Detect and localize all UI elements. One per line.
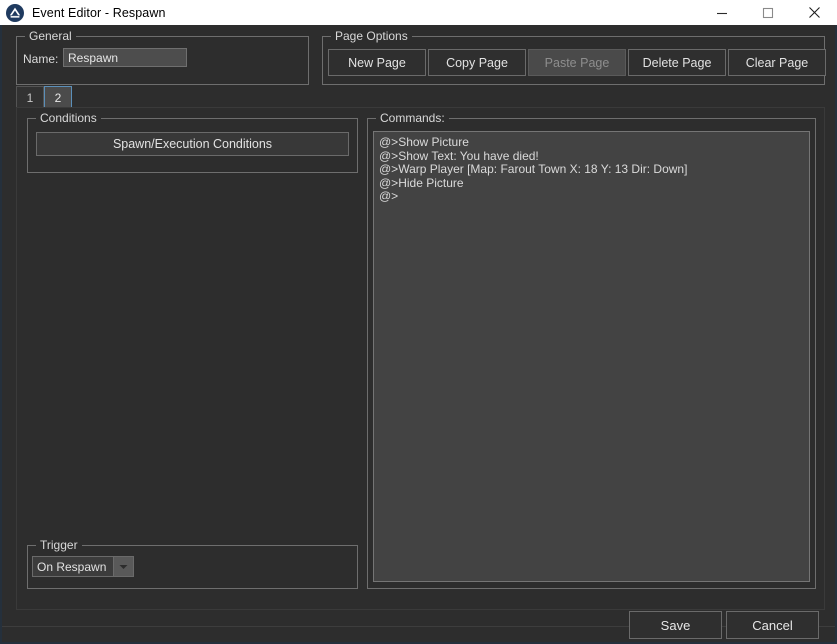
chevron-down-icon (113, 556, 134, 577)
delete-page-button[interactable]: Delete Page (628, 49, 726, 76)
page-tabs: 1 2 (16, 85, 72, 108)
minimize-icon (717, 12, 727, 14)
conditions-group-label: Conditions (36, 111, 101, 125)
conditions-group: Conditions Spawn/Execution Conditions (27, 111, 358, 173)
maximize-icon (762, 7, 774, 18)
maximize-button[interactable] (745, 0, 791, 25)
trigger-dropdown[interactable]: On Respawn (32, 556, 134, 577)
window-body: General Name: Page Options New Page Copy… (0, 25, 837, 644)
paste-page-button: Paste Page (528, 49, 626, 76)
minimize-button[interactable] (699, 0, 745, 25)
title-bar: Event Editor - Respawn (0, 0, 837, 25)
command-line[interactable]: @>Show Picture (379, 135, 804, 150)
trigger-selected-value: On Respawn (32, 556, 113, 577)
app-logo-icon (6, 3, 24, 22)
spawn-execution-conditions-button[interactable]: Spawn/Execution Conditions (36, 132, 349, 156)
commands-list[interactable]: @>Show Picture @>Show Text: You have die… (373, 131, 810, 582)
page-options-buttons: New Page Copy Page Paste Page Delete Pag… (328, 49, 826, 76)
name-label: Name: (23, 52, 59, 66)
command-line[interactable]: @>Warp Player [Map: Farout Town X: 18 Y:… (379, 162, 804, 177)
trigger-group-label: Trigger (36, 538, 82, 552)
general-group: General Name: (16, 29, 309, 85)
tab-page-panel: Conditions Spawn/Execution Conditions Tr… (16, 107, 825, 610)
window-controls (699, 0, 837, 25)
save-button[interactable]: Save (629, 611, 722, 639)
dialog-buttons: Save Cancel (629, 611, 819, 639)
tab-page-2[interactable]: 2 (44, 86, 72, 108)
name-input[interactable] (63, 48, 187, 67)
window-title: Event Editor - Respawn (32, 5, 166, 20)
general-group-label: General (25, 29, 76, 43)
cancel-button[interactable]: Cancel (726, 611, 819, 639)
event-editor-window: Event Editor - Respawn General Name: Res… (0, 0, 837, 644)
command-line[interactable]: @> (379, 189, 804, 204)
trigger-group: Trigger On Respawn (27, 538, 358, 589)
close-button[interactable] (791, 0, 837, 25)
close-icon (808, 7, 820, 18)
page-options-group-label: Page Options (331, 29, 412, 43)
commands-group-label: Commands: (376, 111, 449, 125)
page-options-group: Page Options New Page Copy Page Paste Pa… (322, 29, 826, 85)
tab-page-1[interactable]: 1 (16, 86, 44, 108)
copy-page-button[interactable]: Copy Page (428, 49, 526, 76)
clear-page-button[interactable]: Clear Page (728, 49, 826, 76)
commands-group: Commands: @>Show Picture @>Show Text: Yo… (367, 111, 816, 589)
new-page-button[interactable]: New Page (328, 49, 426, 76)
command-line[interactable]: @>Show Text: You have died! (379, 149, 804, 164)
command-line[interactable]: @>Hide Picture (379, 176, 804, 191)
